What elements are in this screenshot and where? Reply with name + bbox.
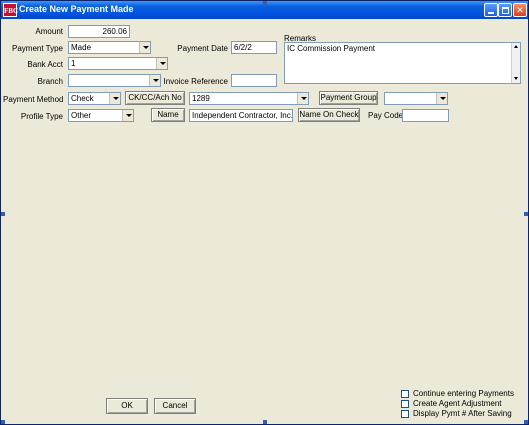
chevron-down-icon <box>297 93 308 104</box>
display-pymt-checkbox[interactable] <box>401 410 409 418</box>
amount-input[interactable]: 260.06 <box>68 25 130 38</box>
resize-handle-bottom[interactable] <box>263 420 267 424</box>
chevron-down-icon <box>149 75 160 86</box>
resize-handle-bottom-right[interactable] <box>524 420 528 424</box>
window-title: Create New Payment Made <box>19 4 134 14</box>
create-agent-adjustment-checkbox[interactable] <box>401 400 409 408</box>
resize-handle-left[interactable] <box>1 212 5 216</box>
pay-code-label: Pay Code <box>368 111 404 120</box>
payment-group-button[interactable]: Payment Group <box>319 91 378 105</box>
ok-button[interactable]: OK <box>106 398 148 414</box>
ck-cc-ach-select[interactable]: 1289 <box>189 92 309 105</box>
profile-type-select[interactable]: Other <box>68 109 134 122</box>
payment-method-label: Payment Method <box>3 95 64 104</box>
continue-entering-label: Continue entering Payments <box>413 389 514 398</box>
remarks-textarea[interactable]: IC Commission Payment <box>284 42 521 84</box>
payment-method-value: Check <box>71 94 94 103</box>
name-input[interactable]: Independent Contractor, Inc. <box>189 109 293 122</box>
display-pymt-label: Display Pymt # After Saving <box>413 409 512 418</box>
payment-date-input[interactable]: 6/2/2 <box>231 41 277 54</box>
chevron-down-icon <box>122 110 133 121</box>
payment-type-value: Made <box>71 43 92 52</box>
resize-handle-right[interactable] <box>524 212 528 216</box>
close-icon: ✕ <box>516 5 524 15</box>
bank-acct-select[interactable]: 1 <box>68 57 168 70</box>
continue-entering-checkbox[interactable] <box>401 390 409 398</box>
payment-method-select[interactable]: Check <box>68 92 121 105</box>
scroll-down-icon[interactable] <box>512 76 520 82</box>
ck-cc-ach-button[interactable]: CK/CC/Ach No <box>125 91 185 105</box>
maximize-button[interactable] <box>498 3 512 17</box>
bank-acct-label: Bank Acct <box>27 60 63 69</box>
app-logo-icon: FBC <box>3 3 18 17</box>
chevron-down-icon <box>139 42 150 53</box>
chevron-down-icon <box>156 58 167 69</box>
bank-acct-value: 1 <box>71 59 76 68</box>
payment-type-select[interactable]: Made <box>68 41 151 54</box>
profile-type-label: Profile Type <box>20 112 63 121</box>
minimize-button[interactable] <box>484 3 498 17</box>
branch-label: Branch <box>37 77 63 86</box>
scroll-up-icon[interactable] <box>512 44 520 50</box>
minimize-icon <box>488 12 494 14</box>
amount-label: Amount <box>35 27 63 36</box>
payment-type-label: Payment Type <box>12 44 63 53</box>
profile-type-value: Other <box>71 111 92 120</box>
pay-code-input[interactable] <box>402 109 449 122</box>
resize-handle-bottom-left[interactable] <box>1 420 5 424</box>
create-agent-adjustment-label: Create Agent Adjustment <box>413 399 502 408</box>
invoice-reference-input[interactable] <box>231 74 277 87</box>
chevron-down-icon <box>109 93 120 104</box>
ck-cc-ach-value: 1289 <box>192 94 210 103</box>
resize-handle-top[interactable] <box>263 1 267 5</box>
chevron-down-icon <box>436 93 447 104</box>
invoice-reference-label: Invoice Reference <box>163 77 228 86</box>
payment-window: FBC Create New Payment Made ✕ Amount 260… <box>0 0 529 425</box>
remarks-scrollbar[interactable] <box>511 43 520 83</box>
close-button[interactable]: ✕ <box>513 3 527 17</box>
maximize-icon <box>502 7 509 14</box>
payment-date-label: Payment Date <box>177 44 228 53</box>
payment-group-select[interactable] <box>384 92 448 105</box>
remarks-text: IC Commission Payment <box>287 44 376 53</box>
name-on-check-button[interactable]: Name On Check <box>298 108 360 122</box>
cancel-button[interactable]: Cancel <box>154 398 196 414</box>
branch-select[interactable] <box>68 74 161 87</box>
name-button[interactable]: Name <box>151 108 185 122</box>
